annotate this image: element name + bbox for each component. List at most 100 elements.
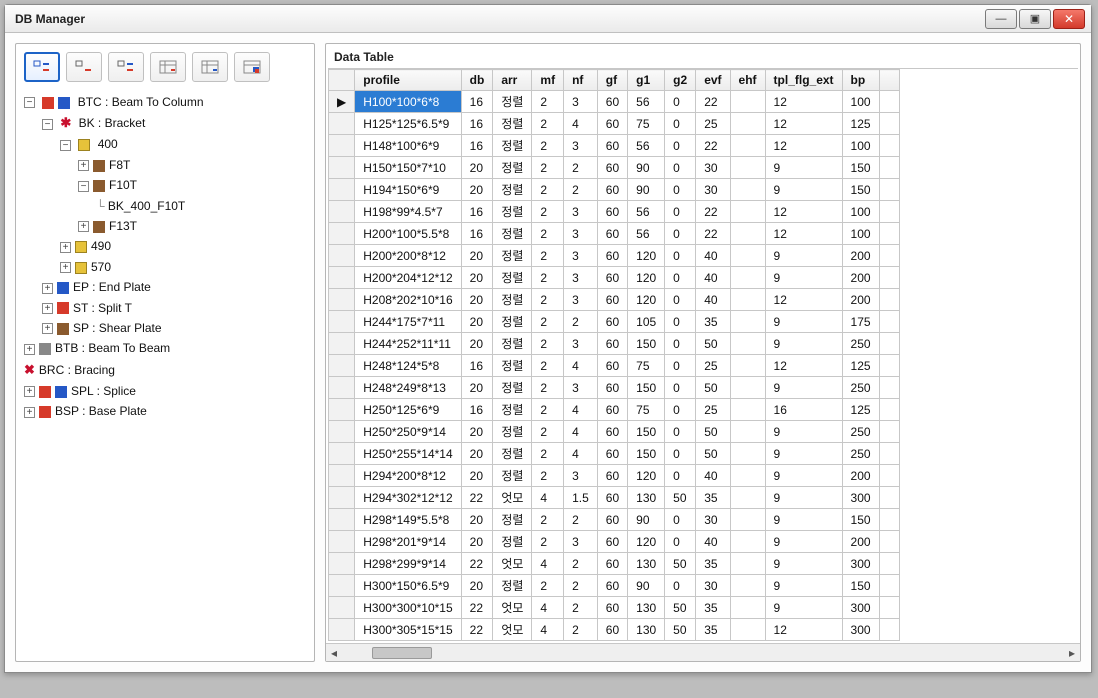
cell-mf[interactable]: 2: [532, 289, 564, 311]
collapse-icon[interactable]: −: [60, 140, 71, 151]
cell-evf[interactable]: 35: [696, 597, 730, 619]
cell-profile[interactable]: H150*150*7*10: [355, 157, 461, 179]
cell-bp[interactable]: 150: [842, 179, 879, 201]
cell-g2[interactable]: 0: [665, 91, 696, 113]
row-selector[interactable]: [329, 113, 355, 135]
col-nf[interactable]: nf: [564, 70, 598, 91]
cell-arr[interactable]: 정렬: [493, 113, 532, 135]
cell-bp[interactable]: 100: [842, 91, 879, 113]
table-row[interactable]: H300*300*10*1522엇모426013050359300: [329, 597, 900, 619]
cell-g2[interactable]: 0: [665, 157, 696, 179]
data-table-scroll[interactable]: profiledbarrmfnfgfg1g2evfehftpl_flg_extb…: [328, 68, 1078, 641]
cell-arr[interactable]: 엇모: [493, 597, 532, 619]
cell-g2[interactable]: 0: [665, 179, 696, 201]
cell-db[interactable]: 20: [461, 289, 493, 311]
cell-evf[interactable]: 30: [696, 157, 730, 179]
cell-tpl_flg_ext[interactable]: 9: [765, 487, 842, 509]
cell-tpl_flg_ext[interactable]: 9: [765, 531, 842, 553]
cell-tpl_flg_ext[interactable]: 9: [765, 421, 842, 443]
col-ehf[interactable]: ehf: [730, 70, 765, 91]
expand-icon[interactable]: +: [24, 344, 35, 355]
cell-ehf[interactable]: [730, 113, 765, 135]
cell-tpl_flg_ext[interactable]: 9: [765, 509, 842, 531]
cell-profile[interactable]: H200*200*8*12: [355, 245, 461, 267]
cell-tpl_flg_ext[interactable]: 9: [765, 179, 842, 201]
cell-gf[interactable]: 60: [597, 267, 627, 289]
cell-arr[interactable]: 엇모: [493, 487, 532, 509]
table-row[interactable]: H200*100*5.5*816정렬23605602212100: [329, 223, 900, 245]
cell-g1[interactable]: 120: [628, 531, 665, 553]
cell-ehf[interactable]: [730, 179, 765, 201]
row-selector[interactable]: [329, 465, 355, 487]
row-selector[interactable]: [329, 179, 355, 201]
tree-node-f13t[interactable]: +F13T: [78, 216, 306, 236]
cell-tpl_flg_ext[interactable]: 12: [765, 355, 842, 377]
cell-ehf[interactable]: [730, 553, 765, 575]
cell-mf[interactable]: 2: [532, 245, 564, 267]
cell-nf[interactable]: 3: [564, 223, 598, 245]
cell-profile[interactable]: H208*202*10*16: [355, 289, 461, 311]
cell-nf[interactable]: 2: [564, 619, 598, 641]
cell-tpl_flg_ext[interactable]: 12: [765, 289, 842, 311]
expand-icon[interactable]: +: [42, 323, 53, 334]
row-selector[interactable]: [329, 157, 355, 179]
cell-arr[interactable]: 정렬: [493, 399, 532, 421]
table-row[interactable]: H148*100*6*916정렬23605602212100: [329, 135, 900, 157]
cell-mf[interactable]: 2: [532, 311, 564, 333]
cell-profile[interactable]: H200*204*12*12: [355, 267, 461, 289]
table-row[interactable]: H300*305*15*1522엇모4260130503512300: [329, 619, 900, 641]
cell-tpl_flg_ext[interactable]: 12: [765, 91, 842, 113]
cell-arr[interactable]: 정렬: [493, 91, 532, 113]
cell-g2[interactable]: 0: [665, 399, 696, 421]
cell-g2[interactable]: 0: [665, 443, 696, 465]
expand-icon[interactable]: +: [78, 221, 89, 232]
tree-node-btc[interactable]: − BTC : Beam To Column − ✱ BK : Bracket: [24, 92, 306, 338]
expand-icon[interactable]: +: [60, 242, 71, 253]
cell-g1[interactable]: 56: [628, 135, 665, 157]
cell-gf[interactable]: 60: [597, 135, 627, 157]
cell-mf[interactable]: 2: [532, 575, 564, 597]
cell-tpl_flg_ext[interactable]: 9: [765, 443, 842, 465]
table-row[interactable]: H248*124*5*816정렬24607502512125: [329, 355, 900, 377]
cell-bp[interactable]: 250: [842, 377, 879, 399]
cell-arr[interactable]: 정렬: [493, 223, 532, 245]
cell-gf[interactable]: 60: [597, 157, 627, 179]
cell-profile[interactable]: H250*255*14*14: [355, 443, 461, 465]
col-gf[interactable]: gf: [597, 70, 627, 91]
cell-ehf[interactable]: [730, 487, 765, 509]
cell-ehf[interactable]: [730, 135, 765, 157]
cell-bp[interactable]: 300: [842, 597, 879, 619]
tree-node-bk400f10t[interactable]: └ BK_400_F10T: [96, 196, 306, 216]
row-selector[interactable]: [329, 421, 355, 443]
table-row[interactable]: H208*202*10*1620정렬236012004012200: [329, 289, 900, 311]
cell-evf[interactable]: 40: [696, 289, 730, 311]
cell-g1[interactable]: 150: [628, 421, 665, 443]
row-selector[interactable]: [329, 289, 355, 311]
table-row[interactable]: H150*150*7*1020정렬2260900309150: [329, 157, 900, 179]
cell-tpl_flg_ext[interactable]: 9: [765, 267, 842, 289]
cell-bp[interactable]: 250: [842, 421, 879, 443]
table-row[interactable]: H200*200*8*1220정렬23601200409200: [329, 245, 900, 267]
cell-profile[interactable]: H248*249*8*13: [355, 377, 461, 399]
cell-mf[interactable]: 4: [532, 619, 564, 641]
cell-db[interactable]: 16: [461, 399, 493, 421]
cell-gf[interactable]: 60: [597, 399, 627, 421]
col-g2[interactable]: g2: [665, 70, 696, 91]
cell-evf[interactable]: 35: [696, 619, 730, 641]
cell-arr[interactable]: 정렬: [493, 377, 532, 399]
cell-db[interactable]: 20: [461, 421, 493, 443]
cell-ehf[interactable]: [730, 531, 765, 553]
cell-g1[interactable]: 150: [628, 377, 665, 399]
cell-ehf[interactable]: [730, 509, 765, 531]
table-row[interactable]: H294*200*8*1220정렬23601200409200: [329, 465, 900, 487]
cell-ehf[interactable]: [730, 399, 765, 421]
table-row[interactable]: H198*99*4.5*716정렬23605602212100: [329, 201, 900, 223]
cell-arr[interactable]: 정렬: [493, 509, 532, 531]
cell-ehf[interactable]: [730, 575, 765, 597]
cell-gf[interactable]: 60: [597, 311, 627, 333]
maximize-button[interactable]: ▣: [1019, 9, 1051, 29]
cell-ehf[interactable]: [730, 597, 765, 619]
row-selector[interactable]: [329, 223, 355, 245]
table-row[interactable]: H250*255*14*1420정렬24601500509250: [329, 443, 900, 465]
expand-icon[interactable]: +: [24, 386, 35, 397]
